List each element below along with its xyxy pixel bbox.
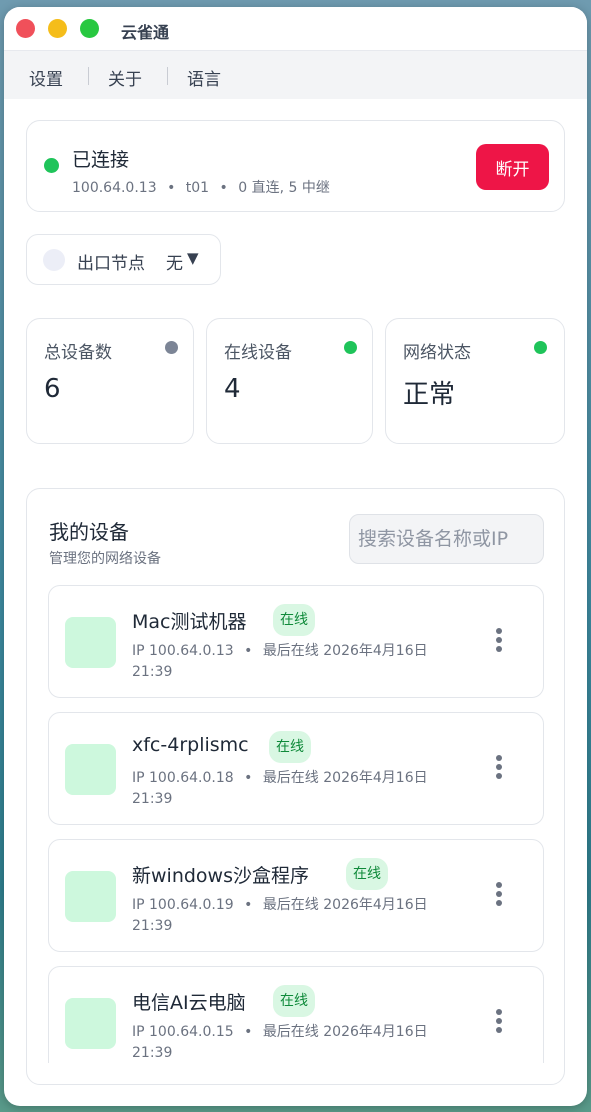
connection-details: 100.64.0.13 • t01 • 0 直连, 5 中继 — [72, 180, 330, 196]
device-avatar — [65, 871, 116, 922]
device-meta: IP 100.64.0.13 • 最后在线 2026年4月16日 21:39 — [132, 643, 428, 680]
device-name: Mac测试机器 — [132, 611, 247, 633]
stat-label: 总设备数 — [44, 343, 112, 363]
menu-bar: 设置 关于 语言 — [4, 51, 587, 99]
online-status-badge: 在线 — [273, 985, 315, 1017]
devices-panel-subtitle: 管理您的网络设备 — [49, 551, 161, 567]
device-item[interactable]: 电信AI云电脑 在线 IP 100.64.0.15 • 最后在线 2026年4月… — [48, 966, 544, 1063]
menu-divider — [88, 67, 89, 85]
device-meta: IP 100.64.0.19 • 最后在线 2026年4月16日 21:39 — [132, 897, 428, 934]
title-bar: 云雀通 — [4, 7, 587, 51]
online-status-badge: 在线 — [346, 858, 388, 890]
device-item[interactable]: xfc-4rplismc 在线 IP 100.64.0.18 • 最后在线 20… — [48, 712, 544, 825]
device-avatar — [65, 998, 116, 1049]
node-tag: t01 — [185, 180, 210, 196]
exit-node-icon — [43, 249, 65, 271]
menu-about[interactable]: 关于 — [108, 65, 142, 90]
online-status-badge: 在线 — [273, 604, 315, 636]
dropdown-caret-icon: ▼ — [187, 249, 199, 267]
more-options-icon[interactable] — [487, 628, 511, 658]
stat-card-total-devices: 总设备数 6 — [26, 318, 194, 444]
device-item[interactable]: Mac测试机器 在线 IP 100.64.0.13 • 最后在线 2026年4月… — [48, 585, 544, 698]
more-options-icon[interactable] — [487, 1009, 511, 1039]
stat-value: 6 — [44, 374, 61, 404]
device-search-input[interactable] — [349, 514, 544, 564]
menu-settings[interactable]: 设置 — [29, 65, 63, 90]
device-meta: IP 100.64.0.18 • 最后在线 2026年4月16日 21:39 — [132, 770, 428, 807]
device-name: xfc-4rplismc — [132, 734, 249, 756]
more-options-icon[interactable] — [487, 882, 511, 912]
device-avatar — [65, 744, 116, 795]
device-meta: IP 100.64.0.15 • 最后在线 2026年4月16日 21:39 — [132, 1024, 428, 1061]
status-dot-icon — [534, 341, 547, 354]
exit-node-value: 无 — [166, 254, 183, 274]
exit-node-label: 出口节点 — [77, 254, 145, 274]
stat-value: 4 — [224, 374, 241, 404]
stat-card-network-status: 网络状态 正常 — [385, 318, 565, 444]
exit-node-selector[interactable]: 出口节点 无 ▼ — [26, 234, 221, 285]
device-avatar — [65, 617, 116, 668]
stat-value: 正常 — [403, 380, 456, 410]
device-name: 电信AI云电脑 — [132, 992, 246, 1014]
close-window-button[interactable] — [16, 19, 35, 38]
connected-indicator-icon — [44, 158, 59, 173]
app-window: 云雀通 设置 关于 语言 已连接 100.64.0.13 • t01 • 0 直… — [4, 7, 587, 1106]
local-ip: 100.64.0.13 — [72, 180, 157, 196]
status-dot-icon — [344, 341, 357, 354]
menu-language[interactable]: 语言 — [187, 65, 221, 90]
device-list[interactable]: Mac测试机器 在线 IP 100.64.0.13 • 最后在线 2026年4月… — [48, 585, 544, 1063]
stat-label: 在线设备 — [224, 343, 292, 363]
menu-divider — [167, 67, 168, 85]
stat-label: 网络状态 — [403, 343, 471, 363]
online-status-badge: 在线 — [269, 731, 311, 763]
disconnect-button[interactable]: 断开 — [476, 144, 549, 190]
maximize-window-button[interactable] — [80, 19, 99, 38]
my-devices-panel: 我的设备 管理您的网络设备 Mac测试机器 在线 IP 100.64.0.13 … — [26, 488, 565, 1085]
more-options-icon[interactable] — [487, 755, 511, 785]
device-item[interactable]: 新windows沙盒程序 在线 IP 100.64.0.19 • 最后在线 20… — [48, 839, 544, 952]
devices-panel-title: 我的设备 — [49, 520, 129, 544]
device-name: 新windows沙盒程序 — [132, 865, 309, 887]
link-summary: 0 直连, 5 中继 — [238, 180, 330, 196]
status-dot-icon — [165, 341, 178, 354]
stat-card-online-devices: 在线设备 4 — [206, 318, 373, 444]
minimize-window-button[interactable] — [48, 19, 67, 38]
window-title: 云雀通 — [121, 23, 170, 42]
connection-status-card: 已连接 100.64.0.13 • t01 • 0 直连, 5 中继 断开 — [26, 120, 565, 212]
connection-status-title: 已连接 — [72, 149, 130, 171]
